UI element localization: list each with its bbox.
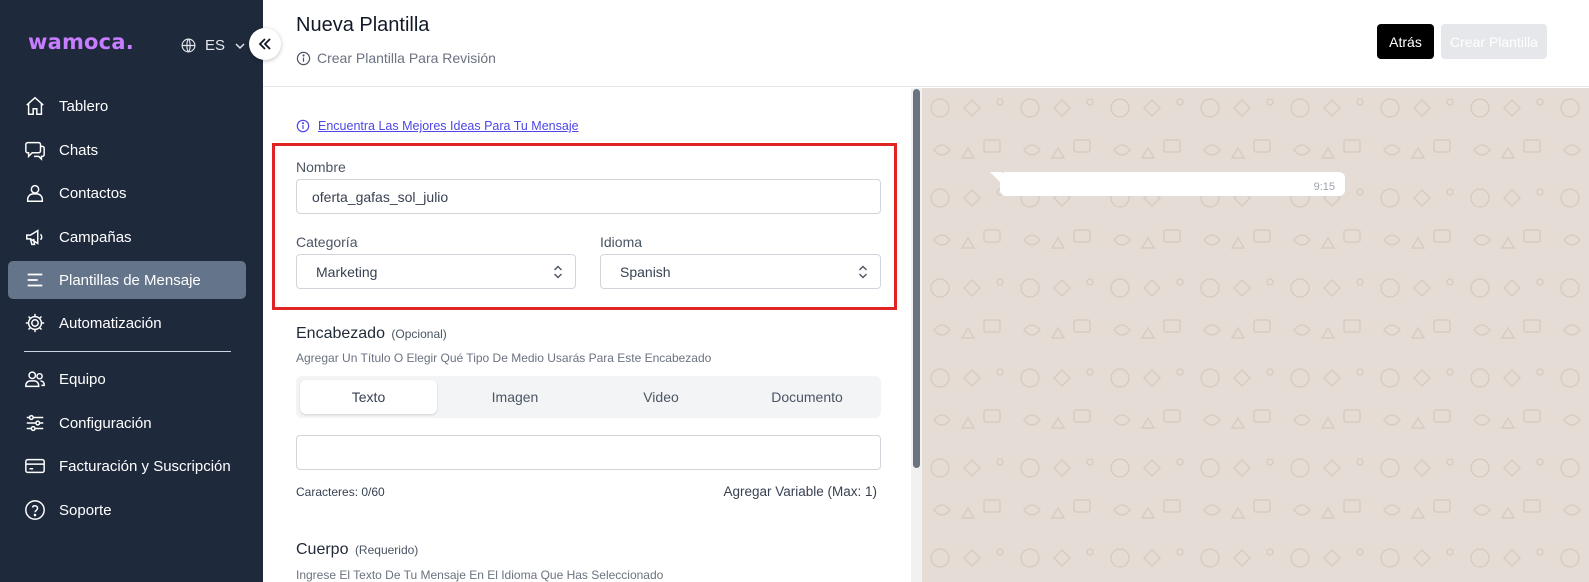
team-icon <box>24 368 46 390</box>
sidebar-item-label: Contactos <box>59 184 127 202</box>
body-section-title-text: Cuerpo <box>296 541 349 558</box>
sidebar-item-label: Facturación y Suscripción <box>59 457 231 475</box>
info-icon <box>296 119 310 133</box>
tab-documento[interactable]: Documento <box>734 380 880 414</box>
language-label: Idioma <box>600 234 643 250</box>
home-icon <box>24 95 46 117</box>
page-header: Nueva Plantilla Crear Plantilla Para Rev… <box>263 0 1589 87</box>
required-tag: (Requerido) <box>354 543 419 557</box>
select-arrows-icon <box>554 265 562 278</box>
chat-wallpaper-pattern <box>922 88 1589 582</box>
sidebar-item-equipo[interactable]: Equipo <box>8 360 246 398</box>
user-icon <box>24 182 46 204</box>
sidebar-item-soporte[interactable]: Soporte <box>8 491 246 529</box>
collapse-sidebar-button[interactable] <box>249 28 281 60</box>
header-section-helper: Agregar Un Título O Elegir Qué Tipo De M… <box>296 351 712 365</box>
page-title: Nueva Plantilla <box>296 14 430 36</box>
sidebar-item-tablero[interactable]: Tablero <box>8 87 246 125</box>
character-counter: Caracteres: 0/60 <box>296 485 385 499</box>
sidebar-item-contactos[interactable]: Contactos <box>8 174 246 212</box>
category-label: Categoría <box>296 234 358 250</box>
chat-icon <box>24 139 46 161</box>
help-icon <box>24 499 46 521</box>
chevrons-left-icon <box>258 38 271 50</box>
tab-imagen[interactable]: Imagen <box>442 380 588 414</box>
message-time: 9:15 <box>1313 181 1335 193</box>
sidebar-item-label: Equipo <box>59 370 106 388</box>
sidebar: wamoca. ES Tablero Chats Contactos Campa… <box>0 0 263 582</box>
create-template-button[interactable]: Crear Plantilla <box>1441 24 1547 59</box>
sidebar-item-plantillas[interactable]: Plantillas de Mensaje <box>8 261 246 299</box>
language-value: Spanish <box>620 263 671 280</box>
body-section-helper: Ingrese El Texto De Tu Mensaje En El Idi… <box>296 568 664 582</box>
name-label: Nombre <box>296 159 346 175</box>
header-section-title: Encabezado (Opcional) <box>296 325 447 343</box>
page-subtitle: Crear Plantilla Para Revisión <box>296 50 496 66</box>
header-type-tabs: Texto Imagen Video Documento <box>296 376 881 418</box>
form-scrollbar-thumb[interactable] <box>913 89 920 468</box>
info-icon <box>296 51 311 65</box>
sidebar-divider <box>24 351 231 352</box>
globe-icon <box>181 38 196 53</box>
body-section-title: Cuerpo (Requerido) <box>296 541 418 559</box>
category-value: Marketing <box>316 263 378 280</box>
sidebar-item-label: Soporte <box>59 501 112 519</box>
optional-tag: (Opcional) <box>391 327 447 341</box>
back-button[interactable]: Atrás <box>1377 24 1434 59</box>
sidebar-item-facturacion[interactable]: Facturación y Suscripción <box>8 447 246 485</box>
app-logo[interactable]: wamoca. <box>28 30 134 54</box>
language-select[interactable]: Spanish <box>600 254 881 289</box>
sidebar-item-label: Chats <box>59 141 99 159</box>
tab-texto[interactable]: Texto <box>300 380 437 414</box>
template-icon <box>24 269 46 291</box>
select-arrows-icon <box>859 265 867 278</box>
message-preview: 9:15 <box>922 88 1589 582</box>
sidebar-item-automatizacion[interactable]: Automatización <box>8 304 246 342</box>
add-variable-button[interactable]: Agregar Variable (Max: 1) <box>723 484 877 499</box>
ideas-link-text: Encuentra Las Mejores Ideas Para Tu Mens… <box>318 119 579 133</box>
sidebar-item-configuracion[interactable]: Configuración <box>8 404 246 442</box>
header-section-title-text: Encabezado <box>296 325 385 342</box>
gear-icon <box>24 312 46 334</box>
sidebar-item-label: Automatización <box>59 314 162 332</box>
category-select[interactable]: Marketing <box>296 254 576 289</box>
ideas-link[interactable]: Encuentra Las Mejores Ideas Para Tu Mens… <box>296 119 579 133</box>
subtitle-text: Crear Plantilla Para Revisión <box>317 50 496 66</box>
sidebar-item-label: Plantillas de Mensaje <box>59 271 201 289</box>
sidebar-item-campanas[interactable]: Campañas <box>8 218 246 256</box>
megaphone-icon <box>24 226 46 248</box>
language-selector[interactable]: ES <box>180 37 246 54</box>
sidebar-item-label: Campañas <box>59 228 132 246</box>
name-value: oferta_gafas_sol_julio <box>312 188 449 205</box>
sidebar-item-chats[interactable]: Chats <box>8 131 246 169</box>
sidebar-item-label: Tablero <box>59 97 109 115</box>
template-form: Encuentra Las Mejores Ideas Para Tu Mens… <box>263 88 911 582</box>
header-text-input[interactable] <box>296 435 881 470</box>
sliders-icon <box>24 412 46 434</box>
tab-video[interactable]: Video <box>588 380 734 414</box>
credit-card-icon <box>24 455 46 477</box>
name-input[interactable]: oferta_gafas_sol_julio <box>296 179 881 214</box>
sidebar-item-label: Configuración <box>59 414 152 432</box>
chevron-down-icon <box>235 42 245 49</box>
message-bubble: 9:15 <box>1000 172 1345 196</box>
language-code: ES <box>205 37 226 54</box>
